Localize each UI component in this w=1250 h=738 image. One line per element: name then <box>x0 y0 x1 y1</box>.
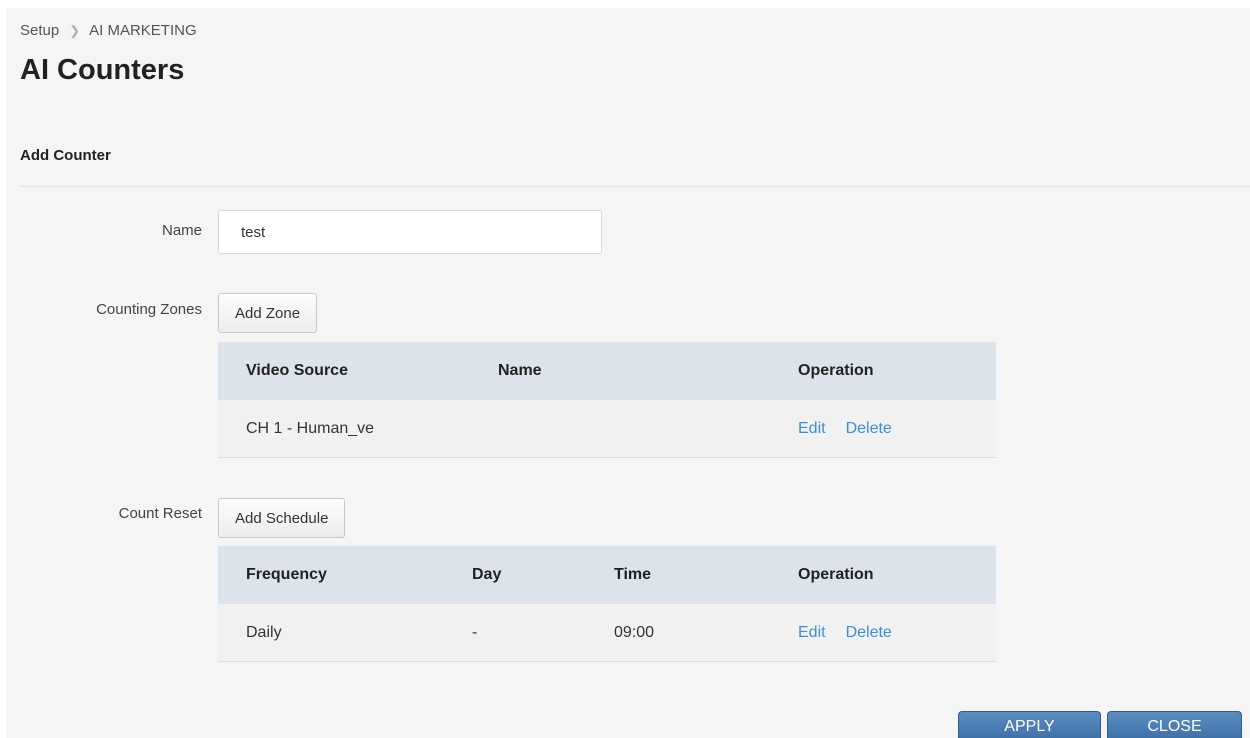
edit-schedule-link[interactable]: Edit <box>798 624 826 641</box>
count-reset-label: Count Reset <box>118 505 202 522</box>
breadcrumb-current: AI MARKETING <box>89 22 197 39</box>
page-container: Setup ❯ AI MARKETING AI Counters Add Cou… <box>6 8 1250 738</box>
name-input[interactable] <box>218 210 602 254</box>
zones-table: Video Source Name Operation CH 1 - Human… <box>218 342 996 458</box>
counting-zones-label: Counting Zones <box>96 301 202 318</box>
table-row: Daily - 09:00 Edit Delete <box>218 604 996 662</box>
schedule-table-header: Frequency Day Time Operation <box>218 546 996 604</box>
chevron-right-icon: ❯ <box>69 22 81 38</box>
operation-cell: Edit Delete <box>798 420 912 438</box>
zones-table-header: Video Source Name Operation <box>218 342 996 400</box>
section-divider <box>20 186 1250 187</box>
time-cell: 09:00 <box>614 623 655 641</box>
column-header-operation: Operation <box>798 566 874 583</box>
video-source-cell: CH 1 - Human_ve <box>246 419 375 437</box>
name-label: Name <box>161 222 202 239</box>
column-header-video-source: Video Source <box>246 362 348 379</box>
delete-schedule-link[interactable]: Delete <box>846 624 892 641</box>
close-button[interactable]: CLOSE <box>1107 711 1242 738</box>
operation-cell: Edit Delete <box>798 624 912 642</box>
breadcrumb: Setup ❯ AI MARKETING <box>20 22 197 39</box>
breadcrumb-setup-link[interactable]: Setup <box>20 22 59 39</box>
column-header-name: Name <box>498 362 542 379</box>
page-title: AI Counters <box>20 54 185 86</box>
table-row: CH 1 - Human_ve Edit Delete <box>218 400 996 458</box>
add-schedule-button[interactable]: Add Schedule <box>218 498 346 538</box>
apply-button[interactable]: APPLY <box>958 711 1101 738</box>
frequency-cell: Daily <box>246 623 282 641</box>
column-header-frequency: Frequency <box>246 566 327 583</box>
column-header-operation: Operation <box>798 362 874 379</box>
schedule-table: Frequency Day Time Operation Daily - 09:… <box>218 546 996 662</box>
add-zone-button[interactable]: Add Zone <box>218 293 318 333</box>
column-header-day: Day <box>472 566 502 583</box>
section-title: Add Counter <box>20 147 111 164</box>
edit-zone-link[interactable]: Edit <box>798 420 826 437</box>
column-header-time: Time <box>614 566 652 583</box>
delete-zone-link[interactable]: Delete <box>846 420 892 437</box>
day-cell: - <box>472 623 478 641</box>
